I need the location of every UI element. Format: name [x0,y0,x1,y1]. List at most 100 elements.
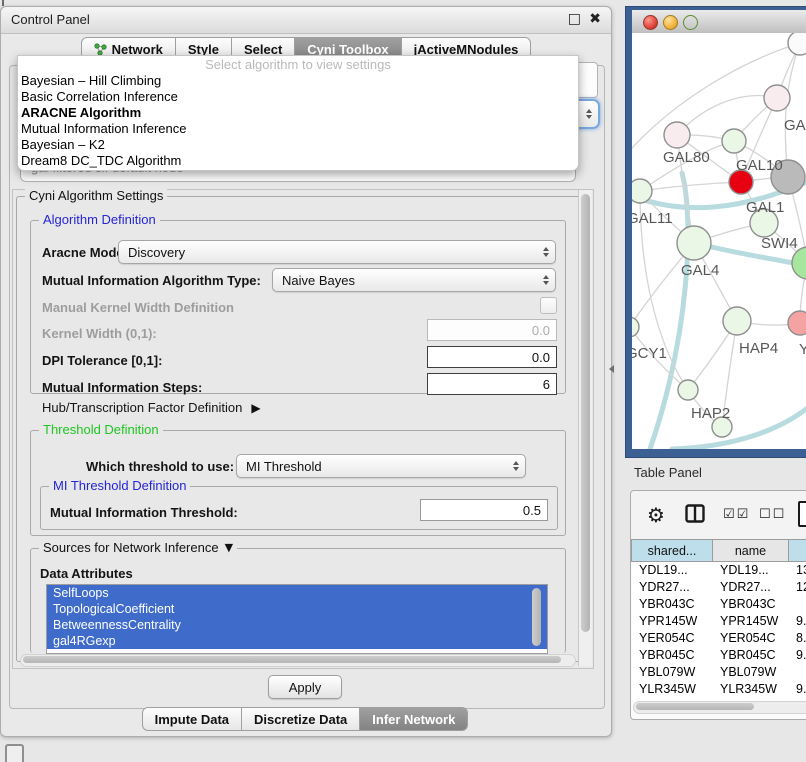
table-header-name[interactable]: name [713,539,789,562]
table-row[interactable]: YDL19... YDL19... 13 [632,562,806,579]
network-view-window[interactable]: GAL GAL80 GAL10 GAL1 GAL11 SWI4 GAL4 GCY… [625,6,806,458]
zoom-traffic-light-icon[interactable] [683,15,698,30]
sources-group-title[interactable]: Sources for Network Inference ▼ [39,540,237,555]
tab-discretize-data[interactable]: Discretize Data [242,707,360,731]
table-row[interactable]: YPR145W YPR145W 9. [632,613,806,630]
float-window-icon[interactable]: □ [568,11,581,27]
hub-definition-label: Hub/Transcription Factor Definition [42,400,242,415]
settings-horizontal-scrollbar-thumb[interactable] [23,656,561,663]
table-row[interactable]: YLR345W YLR345W 9. [632,681,806,698]
split-columns-icon[interactable] [685,504,705,523]
mi-algorithm-type-value: Naive Bayes [282,273,355,288]
node-gal4[interactable] [677,226,711,260]
algorithm-dropdown-popup: Select algorithm to view settings Bayesi… [17,55,579,171]
mi-algorithm-type-combobox[interactable]: Naive Bayes [272,268,556,292]
panel-splitter-handle[interactable] [609,365,614,373]
settings-vertical-scrollbar-thumb[interactable] [581,194,590,632]
table-body[interactable]: YDL19... YDL19... 13 YDR27... YDR27... 1… [632,562,806,702]
aracne-mode-combobox[interactable]: Discovery [118,240,556,264]
control-panel-title: Control Panel [11,12,90,27]
node-label-y-cut: Y [799,341,806,358]
tab-infer-network[interactable]: Infer Network [360,707,468,731]
data-attributes-list[interactable]: SelfLoops TopologicalCoefficient Between… [46,584,548,654]
node-gal11[interactable] [632,179,652,203]
mi-steps-field[interactable]: 6 [427,373,557,395]
deselect-all-checkboxes-icon[interactable]: ☐☐ [759,507,786,522]
node-pink-right[interactable] [788,311,806,335]
dropdown-item-bayesian-hill[interactable]: Bayesian – Hill Climbing [18,73,578,89]
kernel-width-field[interactable]: 0.0 [427,319,557,341]
attribute-item-selfloops[interactable]: SelfLoops [47,585,547,601]
node-hap4[interactable] [723,307,751,335]
cell-shared-name: YDR27... [632,579,713,596]
apply-button[interactable]: Apply [268,675,342,699]
cell-value: 9. [789,647,806,664]
close-traffic-light-icon[interactable] [643,15,658,30]
dpi-tolerance-field[interactable]: 0.0 [427,346,557,368]
node-label-gal-cut: GAL [784,117,806,134]
table-row[interactable]: YDR27... YDR27... 12 [632,579,806,596]
cell-shared-name: YPR145W [632,613,713,630]
attribute-item-topologicalcoefficient[interactable]: TopologicalCoefficient [47,601,547,617]
close-window-icon[interactable]: ✖ [589,11,601,27]
cyni-bottom-tabbar: Impute Data Discretize Data Infer Networ… [0,707,610,731]
network-canvas[interactable]: GAL GAL80 GAL10 GAL1 GAL11 SWI4 GAL4 GCY… [632,33,806,449]
hub-definition-expander[interactable]: Hub/Transcription Factor Definition ▶ [42,400,261,415]
node-gal10[interactable] [722,129,746,153]
dropdown-item-basic-correlation[interactable]: Basic Correlation Inference [18,89,578,105]
cell-value: 13 [789,562,806,579]
which-threshold-combobox[interactable]: MI Threshold [236,454,526,478]
dpi-tolerance-label: DPI Tolerance [0,1]: [42,353,162,368]
dropdown-item-bayesian-k2[interactable]: Bayesian – K2 [18,137,578,153]
screen: Control Panel □ ✖ Network Style [0,0,806,762]
manual-kernel-width-checkbox[interactable] [540,297,557,314]
new-table-icon[interactable] [798,501,806,527]
minimize-traffic-light-icon[interactable] [663,15,678,30]
attribute-item-betweennesscentrality[interactable]: BetweennessCentrality [47,617,547,633]
dropdown-item-mutual-information[interactable]: Mutual Information Inference [18,121,578,137]
screen-corner-mark [2,0,4,6]
attribute-item-gal4rgexp[interactable]: gal4RGexp [47,633,547,649]
node-gal-cut[interactable] [764,85,790,111]
select-all-checkboxes-icon[interactable]: ☑☑ [723,507,750,522]
floating-panel-icon[interactable] [5,744,24,762]
table-row[interactable]: YBR045C YBR045C 9. [632,647,806,664]
mi-threshold-field[interactable]: 0.5 [420,499,548,521]
settings-vertical-scrollbar[interactable] [578,190,592,666]
cell-name: YPR145W [713,613,789,630]
node-gal80[interactable] [664,122,690,148]
which-threshold-value: MI Threshold [246,459,322,474]
table-horizontal-scrollbar[interactable] [633,701,806,714]
node-label-gal11: GAL11 [632,210,673,227]
table-row[interactable]: YER054C YER054C 8. [632,630,806,647]
apply-button-label: Apply [289,680,322,695]
kernel-width-label: Kernel Width (0,1): [42,326,157,341]
table-header-cut[interactable] [789,539,806,562]
tab-impute-data-label: Impute Data [155,712,229,727]
node-label-gcy1: GCY1 [632,345,667,362]
gear-icon[interactable]: ⚙ [647,503,665,527]
cell-name: YDL19... [713,562,789,579]
attribute-list-scrollbar[interactable] [532,588,541,646]
cell-name: YLR345W [713,681,789,698]
node-hap2[interactable] [678,380,698,400]
network-window-titlebar[interactable] [632,10,806,34]
cell-shared-name: YER054C [632,630,713,647]
node-label-gal1: GAL1 [746,199,784,216]
mi-steps-label: Mutual Information Steps: [42,380,202,395]
tab-impute-data[interactable]: Impute Data [142,707,242,731]
control-panel-titlebar[interactable]: Control Panel □ ✖ [1,7,611,34]
combo-stepper-icon [543,275,549,285]
table-row[interactable]: YBL079W YBL079W [632,664,806,681]
node-gcy1[interactable] [632,317,639,337]
dropdown-item-dream8[interactable]: Dream8 DC_TDC Algorithm [18,153,578,169]
table-header-shared-name[interactable]: shared... [631,539,713,562]
cell-name: YBL079W [713,664,789,681]
settings-horizontal-scrollbar[interactable] [20,654,576,667]
table-horizontal-scrollbar-thumb[interactable] [636,703,754,710]
table-row[interactable]: YBR043C YBR043C [632,596,806,613]
cell-name: YDR27... [713,579,789,596]
dropdown-item-aracne[interactable]: ARACNE Algorithm [18,105,578,121]
node-unlabeled-top[interactable] [788,33,806,55]
cell-value: 12 [789,579,806,596]
